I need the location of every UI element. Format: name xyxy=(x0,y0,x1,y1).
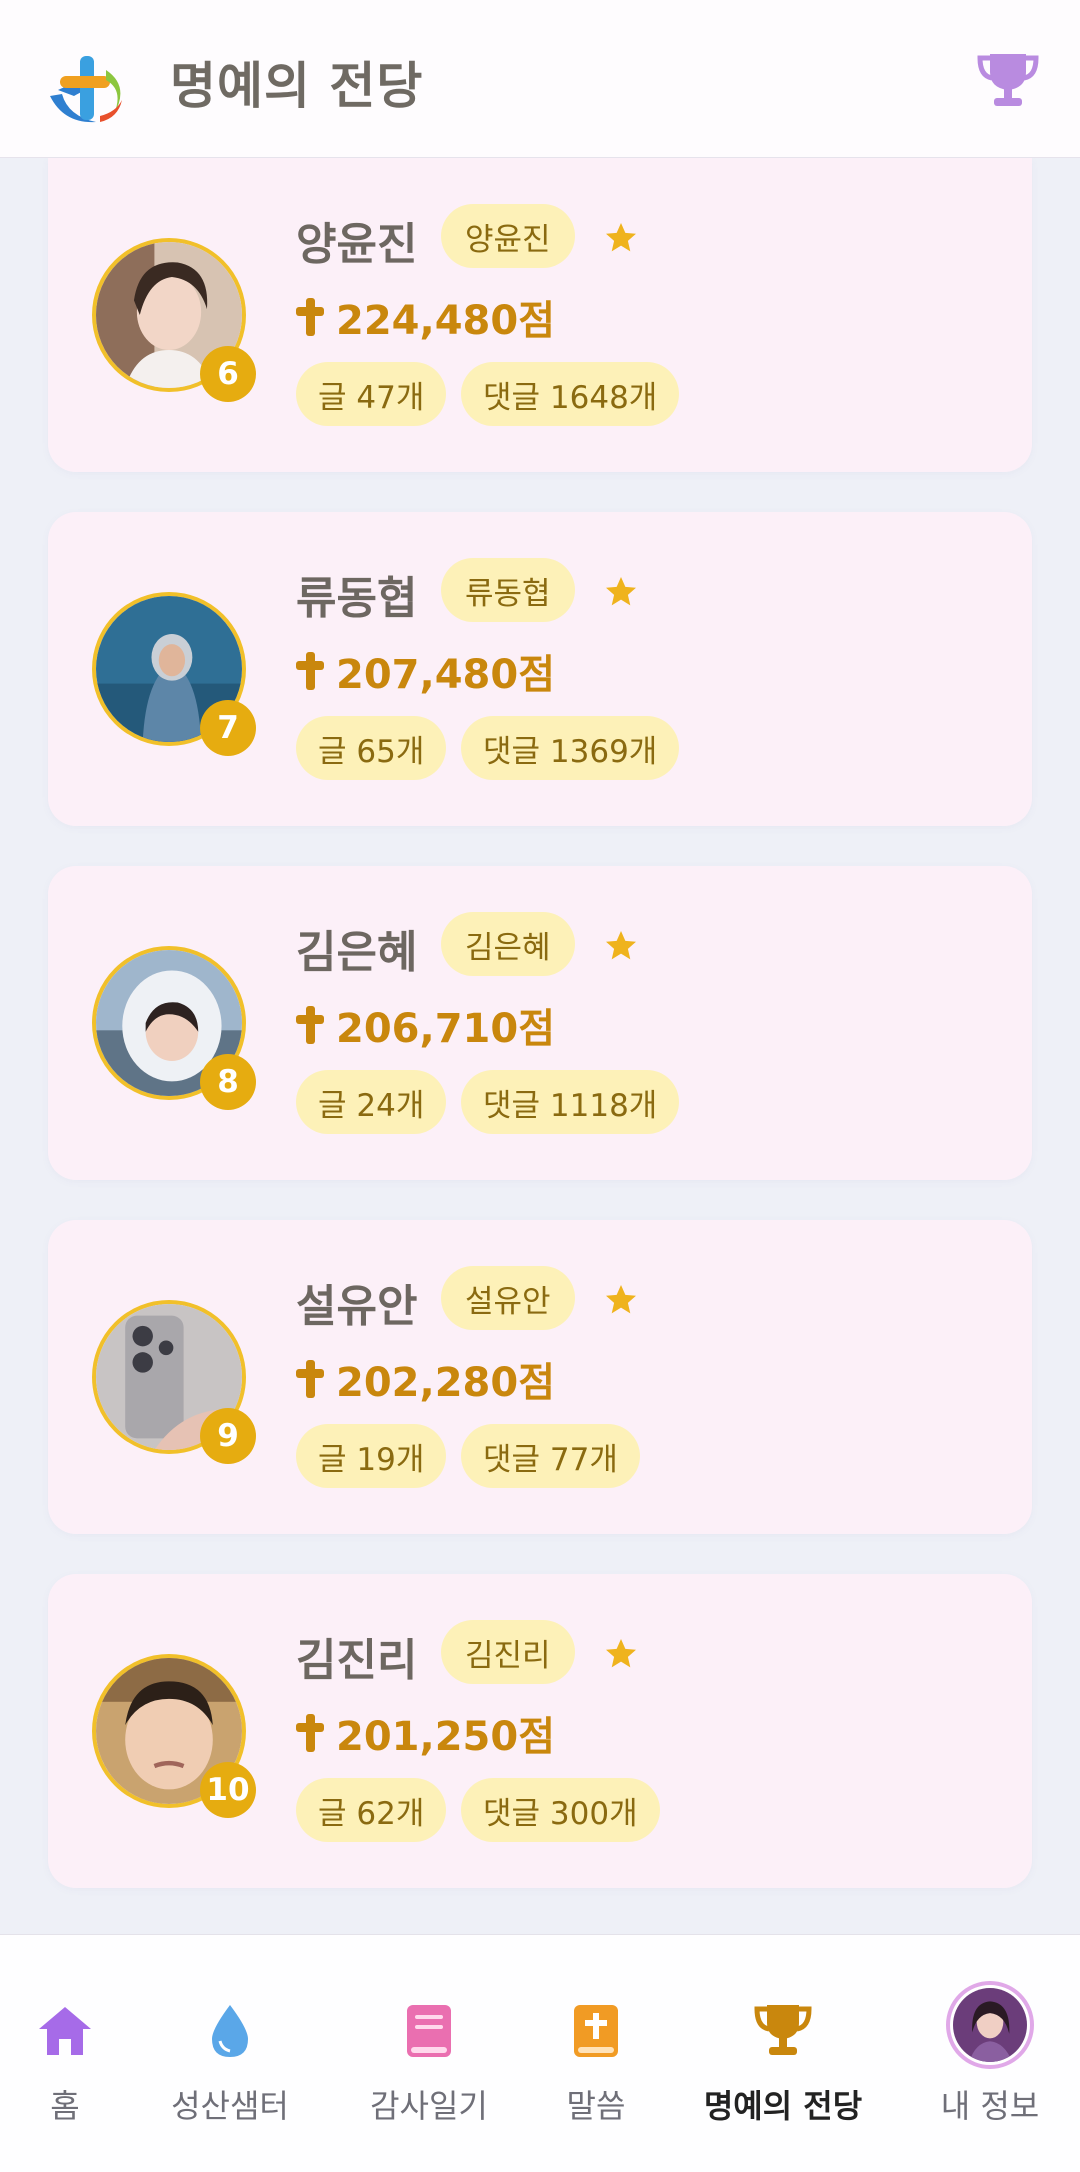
avatar[interactable]: 9 xyxy=(92,1300,256,1464)
nickname-badge: 설유안 xyxy=(441,1266,575,1330)
cross-icon xyxy=(296,652,324,690)
profile-photo xyxy=(953,1988,1027,2062)
nav-home[interactable]: 홈 xyxy=(0,1935,155,2172)
cross-icon xyxy=(296,1360,324,1398)
rank-badge: 7 xyxy=(200,700,256,756)
comment-count-chip: 댓글 1118개 xyxy=(461,1070,680,1134)
post-count-chip: 글 24개 xyxy=(296,1070,447,1134)
nav-word-label: 말씀 xyxy=(566,2087,626,2125)
nav-my-info-label: 내 정보 xyxy=(940,2087,1040,2125)
post-count-chip: 글 19개 xyxy=(296,1424,447,1488)
rank-badge: 8 xyxy=(200,1054,256,1110)
star-icon xyxy=(606,931,636,960)
nav-gratitude[interactable]: 감사일기 xyxy=(339,1935,519,2172)
ranking-card[interactable]: 9 설유안 설유안 202,280점 글 19개 댓글 77개 xyxy=(48,1220,1032,1534)
ranking-card[interactable]: 8 김은혜 김은혜 206,710점 글 24개 댓글 1118개 xyxy=(48,866,1032,1180)
bible-icon xyxy=(574,2005,618,2057)
ranking-card[interactable]: 7 류동협 류동협 207,480점 글 65개 댓글 1369개 xyxy=(48,512,1032,826)
home-icon xyxy=(39,2007,91,2055)
nickname-badge: 양윤진 xyxy=(441,204,575,268)
journal-icon xyxy=(407,2005,451,2057)
ranking-card[interactable]: 6 양윤진 양윤진 224,480점 글 47개 댓글 1648개 xyxy=(48,158,1032,472)
avatar[interactable]: 7 xyxy=(92,592,256,756)
ranking-card[interactable]: 10 김진리 김진리 201,250점 글 62개 댓글 300개 xyxy=(48,1574,1032,1888)
nickname-badge: 김진리 xyxy=(441,1620,575,1684)
score: 206,710점 xyxy=(296,996,555,1054)
avatar[interactable]: 8 xyxy=(92,946,256,1110)
trophy-icon xyxy=(754,2005,812,2055)
post-count-chip: 글 65개 xyxy=(296,716,447,780)
cross-icon xyxy=(296,1006,324,1044)
nav-hall-of-fame-label: 명예의 전당 xyxy=(703,2087,863,2125)
star-icon xyxy=(606,223,636,252)
score-value: 202,280점 xyxy=(336,1360,555,1406)
nickname-badge: 김은혜 xyxy=(441,912,575,976)
score-value: 207,480점 xyxy=(336,652,555,698)
app-logo-icon[interactable] xyxy=(44,50,136,126)
comment-count-chip: 댓글 300개 xyxy=(461,1778,660,1842)
score: 224,480점 xyxy=(296,288,555,346)
nav-my-info[interactable]: 내 정보 xyxy=(900,1935,1080,2172)
user-name[interactable]: 양윤진 xyxy=(296,208,417,272)
user-name[interactable]: 김진리 xyxy=(296,1624,417,1688)
user-name[interactable]: 김은혜 xyxy=(296,916,417,980)
star-icon xyxy=(606,1285,636,1314)
app-header: 명예의 전당 xyxy=(0,0,1080,158)
avatar[interactable]: 6 xyxy=(92,238,256,402)
comment-count-chip: 댓글 1648개 xyxy=(461,362,680,426)
post-count-chip: 글 62개 xyxy=(296,1778,447,1842)
comment-count-chip: 댓글 1369개 xyxy=(461,716,680,780)
cross-icon xyxy=(296,1714,324,1752)
nav-home-label: 홈 xyxy=(50,2087,80,2125)
nav-sanctification[interactable]: 성산샘터 xyxy=(140,1935,320,2172)
comment-count-chip: 댓글 77개 xyxy=(461,1424,640,1488)
nav-word[interactable]: 말씀 xyxy=(506,1935,686,2172)
nickname-badge: 류동협 xyxy=(441,558,575,622)
score: 202,280점 xyxy=(296,1350,555,1408)
nav-hall-of-fame[interactable]: 명예의 전당 xyxy=(693,1935,873,2172)
rank-badge: 9 xyxy=(200,1408,256,1464)
star-icon xyxy=(606,1639,636,1668)
bottom-nav: 홈 성산샘터 감사일기 말씀 명예의 전당 내 정보 xyxy=(0,1934,1080,2172)
water-drop-icon xyxy=(212,2005,248,2057)
nav-gratitude-label: 감사일기 xyxy=(370,2087,488,2125)
score: 201,250점 xyxy=(296,1704,555,1762)
cross-icon xyxy=(296,298,324,336)
user-name[interactable]: 설유안 xyxy=(296,1270,417,1334)
profile-avatar xyxy=(946,1981,1034,2069)
post-count-chip: 글 47개 xyxy=(296,362,447,426)
avatar[interactable]: 10 xyxy=(92,1654,256,1818)
score-value: 224,480점 xyxy=(336,298,555,344)
page-title: 명예의 전당 xyxy=(170,57,424,115)
user-name[interactable]: 류동협 xyxy=(296,562,417,626)
score-value: 201,250점 xyxy=(336,1714,555,1760)
rank-badge: 6 xyxy=(200,346,256,402)
score: 207,480점 xyxy=(296,642,555,700)
score-value: 206,710점 xyxy=(336,1006,555,1052)
nav-sanctification-label: 성산샘터 xyxy=(171,2087,289,2125)
star-icon xyxy=(606,577,636,606)
rank-badge: 10 xyxy=(200,1762,256,1818)
trophy-icon[interactable] xyxy=(976,50,1040,110)
